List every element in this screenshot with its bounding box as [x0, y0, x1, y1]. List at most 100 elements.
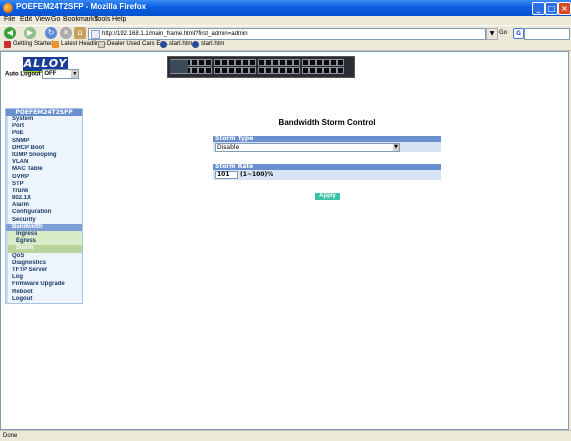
bookmark-getting-started[interactable]: Getting Started — [4, 41, 53, 48]
home-icon[interactable]: ⌂ — [74, 27, 86, 39]
apply-button[interactable]: Apply — [315, 193, 340, 200]
sidebar-item-firmware-upgrade[interactable]: Firmware Upgrade — [6, 281, 82, 289]
sidebar-item-log[interactable]: Log — [6, 274, 82, 282]
sidebar-item-storm[interactable]: Storm — [6, 245, 82, 253]
switch-port-icon — [249, 59, 256, 66]
bookmarks-bar: Getting Started Latest Headlines Dealer … — [0, 40, 571, 51]
globe-icon — [160, 41, 167, 48]
switch-port-icon — [214, 59, 221, 66]
sidebar-item-trunk[interactable]: Trunk — [6, 187, 82, 196]
url-text: http://192.168.1.1/main_frame.html?first… — [102, 31, 248, 37]
auto-logout: Auto Logout OFF ▼ — [5, 69, 80, 79]
switch-port-icon — [316, 67, 323, 74]
switch-port-icon — [242, 67, 249, 74]
menu-go[interactable]: Go — [51, 16, 60, 23]
sidebar-item-dhcp-boot[interactable]: DHCP Boot — [6, 144, 82, 152]
switch-port-icon — [242, 59, 249, 66]
status-bar: Done — [0, 430, 571, 441]
google-icon[interactable]: G — [513, 28, 524, 39]
nav-toolbar: ◀ ▶ ↻ ✕ ⌂ http://192.168.1.1/main_frame.… — [0, 25, 571, 41]
url-dropdown-icon[interactable]: ▼ — [486, 28, 498, 40]
firefox-bookmark-icon — [4, 41, 11, 48]
switch-port-icon — [286, 59, 293, 66]
switch-port-icon — [258, 67, 265, 74]
switch-port-icon — [191, 67, 198, 74]
switch-port-icon — [337, 59, 344, 66]
sidebar-item-configuration[interactable]: Configuration — [6, 209, 82, 217]
page-icon — [91, 30, 100, 39]
switch-port-icon — [235, 59, 242, 66]
menu-tools[interactable]: Tools — [94, 16, 110, 23]
sidebar-item-port[interactable]: Port — [6, 123, 82, 131]
switch-front-panel-image — [167, 56, 355, 78]
sidebar-item-alarm[interactable]: Alarm — [6, 202, 82, 210]
switch-port-icon — [198, 59, 205, 66]
sidebar-item-gvrp[interactable]: GVRP — [6, 173, 82, 181]
switch-port-icon — [286, 67, 293, 74]
bookmark-dealer-used-cars[interactable]: Dealer Used Cars En... — [98, 41, 169, 48]
switch-port-icon — [228, 67, 235, 74]
window-title: POEFEM24T2SFP - Mozilla Firefox — [16, 2, 147, 11]
switch-port-icon — [221, 67, 228, 74]
chevron-down-icon: ▼ — [393, 144, 399, 151]
switch-port-icon — [265, 67, 272, 74]
storm-rate-input[interactable]: 101 — [215, 171, 238, 179]
sidebar-item-vlan[interactable]: VLAN — [6, 159, 82, 167]
firefox-icon — [3, 3, 13, 13]
back-icon[interactable]: ◀ — [4, 27, 16, 39]
sidebar-item-tftp-server[interactable]: TFTP Server — [6, 266, 82, 275]
sidebar-item-poe[interactable]: PoE — [6, 130, 82, 138]
sidebar-item-mac-table[interactable]: MAC Table — [6, 166, 82, 174]
sidebar-item-system[interactable]: System — [6, 116, 82, 124]
minimize-button[interactable]: _ — [532, 2, 545, 15]
go-button[interactable]: Go — [499, 29, 507, 36]
maximize-button[interactable]: □ — [545, 2, 558, 15]
switch-port-icon — [323, 59, 330, 66]
menu-help[interactable]: Help — [112, 16, 126, 23]
switch-port-icon — [309, 67, 316, 74]
switch-port-icon — [258, 59, 265, 66]
sidebar-item-bandwidth[interactable]: Bandwidth — [6, 223, 82, 231]
switch-port-icon — [272, 67, 279, 74]
forward-icon[interactable]: ▶ — [24, 27, 36, 39]
switch-port-icon — [272, 59, 279, 66]
url-bar[interactable]: http://192.168.1.1/main_frame.html?first… — [88, 28, 486, 40]
sidebar-item-ingress[interactable]: Ingress — [6, 231, 82, 239]
page-title: Bandwidth Storm Control — [278, 118, 376, 127]
switch-port-icon — [205, 59, 212, 66]
switch-port-icon — [302, 67, 309, 74]
menu-file[interactable]: File — [4, 16, 15, 23]
auto-logout-select[interactable]: OFF ▼ — [42, 69, 80, 79]
switch-port-icon — [228, 59, 235, 66]
storm-type-select[interactable]: Disable ▼ — [215, 143, 400, 152]
search-input[interactable] — [524, 28, 570, 40]
sidebar-item-igmp-snooping[interactable]: IGMP Snooping — [6, 151, 82, 160]
sidebar-item-802-1x[interactable]: 802.1X — [6, 195, 82, 203]
switch-port-icon — [330, 67, 337, 74]
sidebar-item-egress[interactable]: Egress — [6, 238, 82, 246]
page-content: ALLOY Auto Logout OFF ▼ POEFEM24T2SFP Sys… — [0, 51, 569, 430]
menu-edit[interactable]: Edit — [20, 16, 32, 23]
status-text: Done — [3, 433, 18, 439]
reload-icon[interactable]: ↻ — [45, 27, 57, 39]
rss-icon — [52, 41, 59, 48]
sidebar-item-logout[interactable]: Logout — [6, 295, 82, 303]
sidebar-menu: POEFEM24T2SFP System Port PoE SNMP DHCP Boot… — [5, 108, 83, 304]
sidebar-item-stp[interactable]: STP — [6, 180, 82, 188]
sidebar-title: POEFEM24T2SFP — [6, 109, 82, 116]
menu-bookmarks[interactable]: Bookmarks — [63, 16, 98, 23]
storm-rate-row: 101 (1~100)% — [213, 170, 441, 180]
sidebar-item-qos[interactable]: QoS — [6, 252, 82, 260]
menu-view[interactable]: View — [35, 16, 50, 23]
sidebar-item-security[interactable]: Security — [6, 216, 82, 224]
switch-port-icon — [330, 59, 337, 66]
bookmark-start-1[interactable]: start.htm — [160, 41, 192, 48]
sidebar-item-reboot[interactable]: Reboot — [6, 288, 82, 296]
close-button[interactable]: × — [558, 2, 571, 15]
sidebar-item-snmp[interactable]: SNMP — [6, 137, 82, 145]
bookmark-start-2[interactable]: start.htm — [192, 41, 224, 48]
sidebar-item-diagnostics[interactable]: Diagnostics — [6, 259, 82, 267]
stop-icon[interactable]: ✕ — [60, 27, 72, 39]
window-titlebar: POEFEM24T2SFP - Mozilla Firefox _ □ × — [0, 0, 571, 16]
switch-port-icon — [198, 67, 205, 74]
